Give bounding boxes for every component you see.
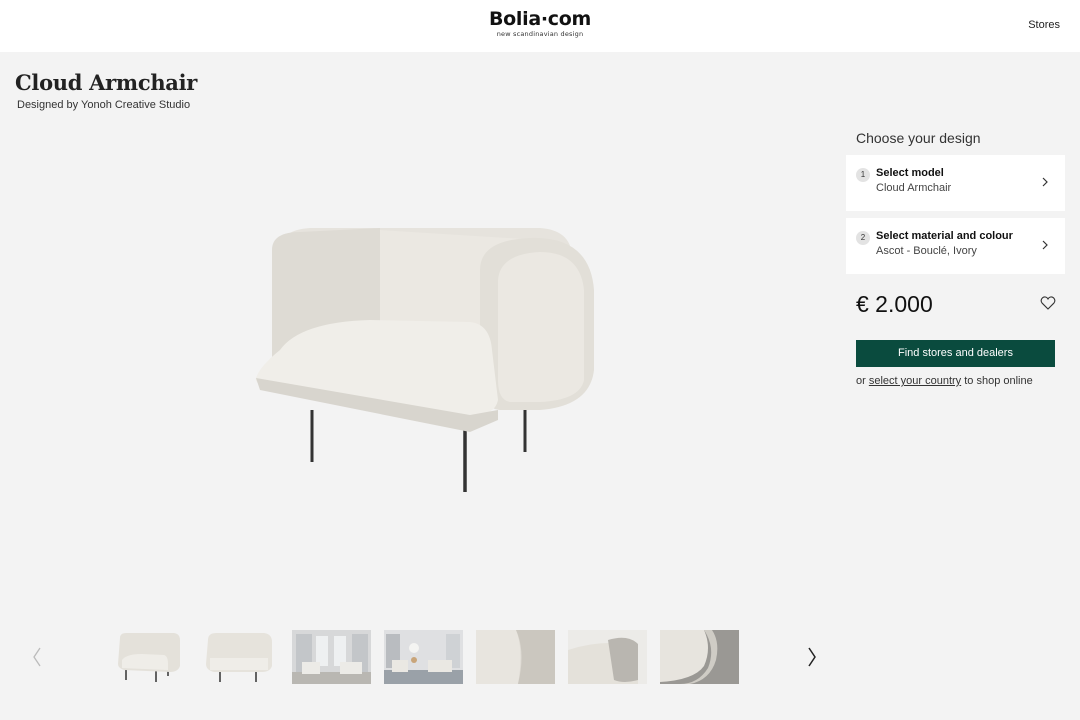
- option-value: Cloud Armchair: [876, 182, 952, 194]
- product-designer: Designed by Yonoh Creative Studio: [17, 99, 191, 111]
- select-model-option[interactable]: 1 Select model Cloud Armchair: [846, 155, 1065, 211]
- chevron-right-icon: [1042, 240, 1048, 250]
- option-value: Ascot - Bouclé, Ivory: [876, 245, 977, 257]
- main-product-image: [240, 210, 620, 510]
- thumbnail-detail-armrest[interactable]: [476, 630, 555, 684]
- option-title: Select material and colour: [876, 230, 1013, 242]
- chevron-right-icon[interactable]: [804, 645, 820, 669]
- option-title: Select model: [876, 167, 944, 179]
- thumbnail-chair-front[interactable]: [112, 630, 191, 684]
- step-number: 1: [856, 168, 870, 182]
- thumbnail-living-room-2[interactable]: [384, 630, 463, 684]
- select-country-link[interactable]: select your country: [869, 375, 961, 387]
- product-price: € 2.000: [856, 291, 933, 317]
- stores-link[interactable]: Stores: [1028, 19, 1060, 31]
- select-material-option[interactable]: 2 Select material and colour Ascot - Bou…: [846, 218, 1065, 274]
- find-stores-button[interactable]: Find stores and dealers: [856, 340, 1055, 367]
- choose-design-heading: Choose your design: [856, 130, 981, 146]
- thumbnail-living-room-1[interactable]: [292, 630, 371, 684]
- shop-online-text: or select your country to shop online: [856, 375, 1033, 387]
- thumbnail-detail-fabric[interactable]: [660, 630, 739, 684]
- chevron-left-icon[interactable]: [29, 645, 45, 669]
- step-number: 2: [856, 231, 870, 245]
- site-logo[interactable]: Bolia·com new scandinavian design: [0, 8, 1080, 38]
- chevron-right-icon: [1042, 177, 1048, 187]
- thumbnail-detail-back[interactable]: [568, 630, 647, 684]
- shop-prefix: or: [856, 375, 869, 387]
- shop-suffix: to shop online: [961, 375, 1033, 387]
- logo-wordmark: Bolia·com: [488, 8, 591, 30]
- logo-tagline: new scandinavian design: [496, 30, 584, 38]
- site-header: Bolia·com new scandinavian design Stores: [0, 0, 1080, 52]
- heart-icon[interactable]: [1040, 295, 1056, 311]
- thumbnail-chair-side[interactable]: [200, 630, 279, 684]
- page-title: Cloud Armchair: [15, 70, 198, 95]
